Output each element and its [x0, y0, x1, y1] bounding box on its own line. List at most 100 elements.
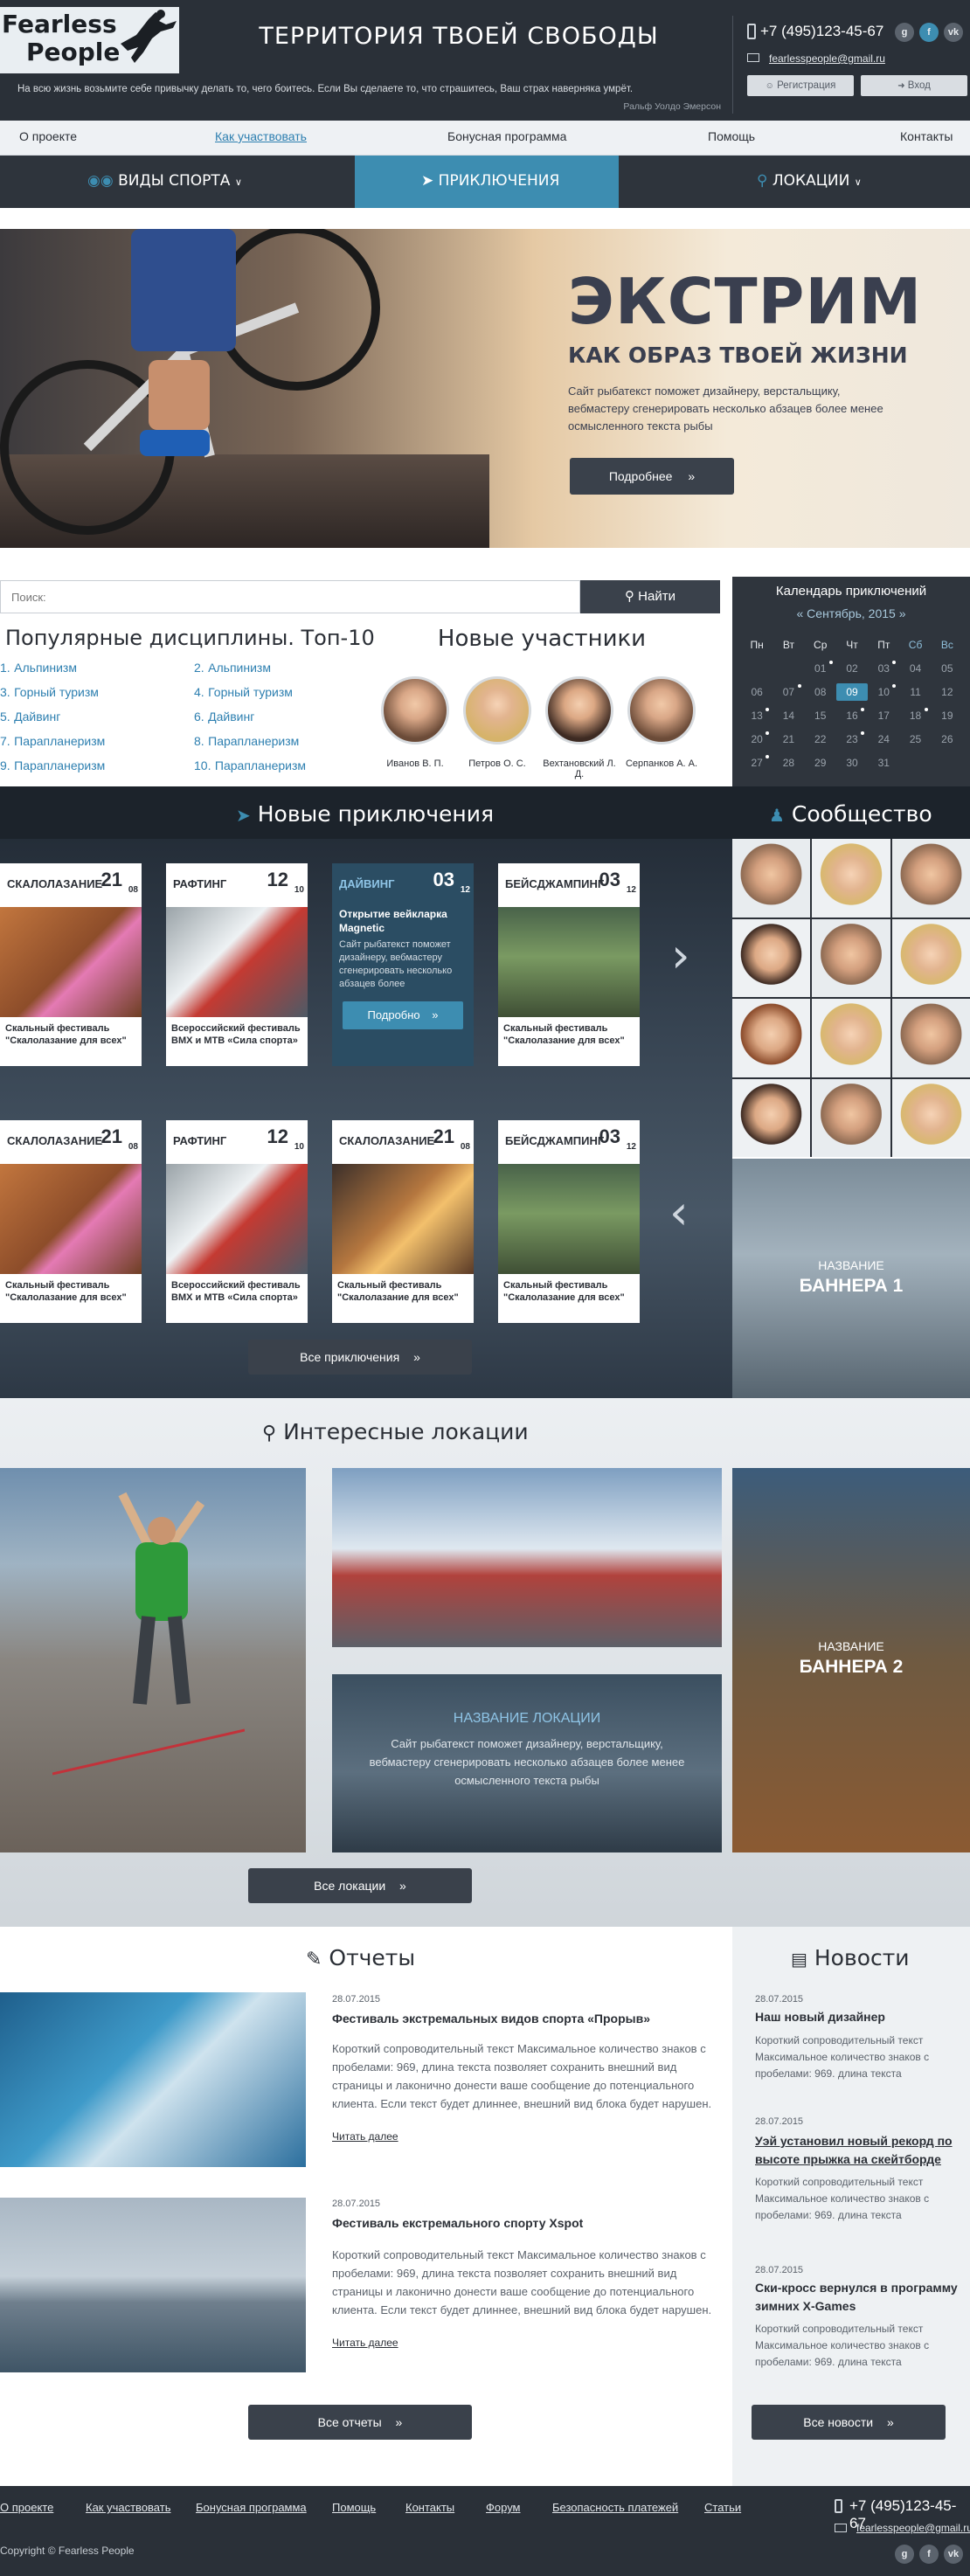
all-adventures-button[interactable]: Все приключения »: [248, 1340, 472, 1375]
community-avatar[interactable]: [732, 918, 811, 997]
footer-link-contacts[interactable]: Контакты: [405, 2501, 454, 2514]
footer-link-payment-security[interactable]: Безопасность платежей: [552, 2501, 678, 2514]
nav-help[interactable]: Помощь: [708, 129, 755, 143]
calendar-day[interactable]: 22: [805, 731, 836, 748]
footer-link-about[interactable]: О проекте: [0, 2501, 53, 2514]
community-avatar[interactable]: [812, 1078, 890, 1157]
google-plus-icon[interactable]: g: [895, 2545, 914, 2564]
hero-more-button[interactable]: Подробнее »: [570, 458, 734, 495]
calendar-day[interactable]: 15: [805, 707, 836, 724]
popular-item[interactable]: Альпинизм: [208, 661, 271, 675]
calendar-day[interactable]: 10: [868, 683, 899, 701]
community-avatar[interactable]: [732, 1078, 811, 1157]
footer-email-link[interactable]: fearlesspeople@gmail.ru: [856, 2522, 970, 2534]
search-input[interactable]: [0, 580, 580, 613]
popular-item[interactable]: Горный туризм: [208, 685, 293, 699]
carousel-next-icon[interactable]: ›: [671, 928, 690, 983]
header-email-link[interactable]: fearlesspeople@gmail.ru: [769, 52, 885, 65]
community-avatar[interactable]: [812, 999, 890, 1077]
calendar-day[interactable]: 31: [868, 754, 899, 772]
footer-link-help[interactable]: Помощь: [332, 2501, 376, 2514]
location-image-skier[interactable]: [332, 1468, 722, 1647]
calendar-day[interactable]: 04: [899, 660, 931, 677]
popular-item[interactable]: Парапланеризм: [14, 758, 105, 772]
calendar-day[interactable]: 23: [836, 731, 868, 748]
footer-link-articles[interactable]: Статьи: [704, 2501, 741, 2514]
report-title[interactable]: Фестиваль экстремальных видов спорта «Пр…: [332, 2012, 650, 2025]
calendar-day[interactable]: 30: [836, 754, 868, 772]
calendar-next-icon[interactable]: »: [899, 606, 906, 620]
calendar-day[interactable]: 01: [805, 660, 836, 677]
nav-about[interactable]: О проекте: [19, 129, 77, 143]
adventure-card[interactable]: СКАЛОЛАЗАНИЕ 21 08 Скальный фестиваль "Ска…: [0, 863, 142, 1066]
member-name[interactable]: Вехтановский Л. Д.: [537, 758, 621, 779]
nav-how-to-participate[interactable]: Как участвовать: [215, 129, 307, 143]
community-avatar[interactable]: [891, 839, 970, 918]
all-locations-button[interactable]: Все локации »: [248, 1868, 472, 1903]
community-avatar[interactable]: [812, 918, 890, 997]
google-plus-icon[interactable]: g: [895, 23, 914, 42]
calendar-day[interactable]: 28: [773, 754, 804, 772]
calendar-day[interactable]: 03: [868, 660, 899, 677]
calendar-day[interactable]: 27: [741, 754, 773, 772]
avatar[interactable]: [463, 676, 531, 744]
adventure-card[interactable]: БЕЙСДЖАМПИНГ 03 12 Скальный фестиваль "Ска…: [498, 863, 640, 1066]
calendar-day[interactable]: 29: [805, 754, 836, 772]
community-avatar[interactable]: [812, 839, 890, 918]
footer-link-bonus[interactable]: Бонусная программа: [196, 2501, 307, 2514]
news-title-link[interactable]: Наш новый дизайнер: [755, 2008, 965, 2026]
popular-item[interactable]: Горный туризм: [14, 685, 99, 699]
calendar-day[interactable]: 26: [932, 731, 963, 748]
adventure-card[interactable]: РАФТИНГ 12 10 Всероссийский фестиваль BMX …: [166, 1120, 308, 1323]
adventure-card[interactable]: БЕЙСДЖАМПИНГ 03 12 Скальный фестиваль "Ска…: [498, 1120, 640, 1323]
member-name[interactable]: Иванов В. П.: [373, 758, 457, 769]
footer-link-participate[interactable]: Как участвовать: [86, 2501, 170, 2514]
calendar-day[interactable]: 19: [932, 707, 963, 724]
avatar[interactable]: [381, 676, 449, 744]
facebook-icon[interactable]: f: [919, 2545, 939, 2564]
popular-item[interactable]: Дайвинг: [14, 710, 60, 724]
calendar-day[interactable]: 16: [836, 707, 868, 724]
nav-contacts[interactable]: Контакты: [900, 129, 953, 143]
calendar-day[interactable]: 14: [773, 707, 804, 724]
calendar-day[interactable]: 05: [932, 660, 963, 677]
calendar-day[interactable]: 18: [899, 707, 931, 724]
report-image-wakeboard[interactable]: [0, 2198, 306, 2372]
community-avatar[interactable]: [891, 999, 970, 1077]
popular-item[interactable]: Парапланеризм: [208, 734, 299, 748]
calendar-day[interactable]: 17: [868, 707, 899, 724]
report-title[interactable]: Фестиваль екстремального спорту Xspot: [332, 2216, 583, 2230]
adventure-card-active[interactable]: ДАЙВИНГ 03 12 Открытие вейкларка Magnetic …: [332, 863, 474, 1066]
report-image-surfer[interactable]: [0, 1992, 306, 2167]
nav-sports[interactable]: ◉◉ ВИДЫ СПОРТА ∨: [87, 172, 242, 190]
calendar-day[interactable]: 06: [741, 683, 773, 701]
adventure-card[interactable]: РАФТИНГ 12 10 Всероссийский фестиваль BMX …: [166, 863, 308, 1066]
community-avatar[interactable]: [891, 918, 970, 997]
avatar[interactable]: [627, 676, 696, 744]
vk-icon[interactable]: vk: [944, 2545, 963, 2564]
calendar-day[interactable]: 12: [932, 683, 963, 701]
community-avatar[interactable]: [891, 1078, 970, 1157]
all-reports-button[interactable]: Все отчеты »: [248, 2405, 472, 2440]
header-phone[interactable]: +7 (495)123-45-67: [760, 23, 883, 40]
popular-item[interactable]: Альпинизм: [14, 661, 77, 675]
footer-link-forum[interactable]: Форум: [486, 2501, 521, 2514]
calendar-day[interactable]: 07: [773, 683, 804, 701]
facebook-icon[interactable]: f: [919, 23, 939, 42]
news-title-link[interactable]: Уэй установил новый рекорд по высоте пры…: [755, 2132, 965, 2169]
nav-bonus[interactable]: Бонусная программа: [447, 129, 566, 143]
calendar-day[interactable]: 02: [836, 660, 868, 677]
community-avatar[interactable]: [732, 839, 811, 918]
calendar-prev-icon[interactable]: «: [796, 606, 803, 620]
calendar-day[interactable]: 13: [741, 707, 773, 724]
adventure-card[interactable]: СКАЛОЛАЗАНИЕ 21 08 Скальный фестиваль "Ска…: [0, 1120, 142, 1323]
nav-locations[interactable]: ⚲ ЛОКАЦИИ ∨: [757, 172, 862, 190]
popular-item[interactable]: Парапланеризм: [14, 734, 105, 748]
popular-item[interactable]: Парапланеризм: [215, 758, 306, 772]
all-news-button[interactable]: Все новости »: [752, 2405, 946, 2440]
calendar-day[interactable]: 09: [835, 683, 869, 701]
calendar-day[interactable]: 20: [741, 731, 773, 748]
member-name[interactable]: Петров О. С.: [455, 758, 539, 769]
calendar-day[interactable]: 08: [805, 683, 836, 701]
calendar-day[interactable]: 25: [899, 731, 931, 748]
